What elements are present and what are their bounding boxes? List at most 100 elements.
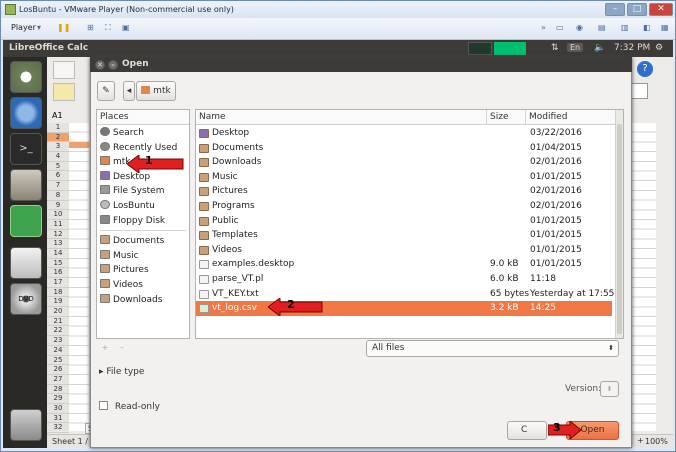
grid-view-icon[interactable]: [630, 83, 648, 99]
row-header[interactable]: 13: [47, 239, 69, 249]
scrollbar-thumb[interactable]: [617, 124, 622, 334]
dvd-icon[interactable]: DVD: [10, 283, 42, 315]
row-header[interactable]: 18: [47, 288, 69, 298]
row-header[interactable]: 30: [47, 404, 69, 414]
unity-icon[interactable]: ▣: [122, 23, 130, 32]
dialog-close-icon[interactable]: ✕: [95, 60, 105, 70]
keyboard-lang-indicator[interactable]: En: [567, 43, 584, 52]
fullscreen-icon[interactable]: ⛶: [105, 23, 111, 33]
place-item-file-system[interactable]: File System: [100, 185, 164, 199]
column-header-size[interactable]: Size: [487, 110, 526, 125]
row-header[interactable]: 23: [47, 336, 69, 346]
row-header[interactable]: 28: [47, 385, 69, 395]
file-type-expander[interactable]: ▸ File type: [99, 367, 144, 377]
close-button[interactable]: ✕: [649, 3, 673, 16]
row-header[interactable]: 21: [47, 317, 69, 327]
chevron-down-icon[interactable]: ▾: [37, 23, 41, 32]
row-header[interactable]: 12: [47, 230, 69, 240]
row-header[interactable]: 5: [47, 162, 69, 172]
row-header[interactable]: 27: [47, 375, 69, 385]
ubuntu-dash-icon[interactable]: [10, 61, 42, 93]
row-header[interactable]: 19: [47, 297, 69, 308]
row-header[interactable]: 15: [47, 259, 69, 269]
row-header[interactable]: 31: [47, 414, 69, 424]
spreadsheet-grid[interactable]: [69, 123, 89, 431]
chromium-icon[interactable]: [10, 97, 42, 129]
sound-device-icon[interactable]: ◧: [643, 23, 651, 32]
readonly-checkbox-row[interactable]: Read-only: [99, 401, 160, 412]
file-row[interactable]: Programs 02/01/2016: [196, 199, 612, 214]
pause-icon[interactable]: ❚❚: [57, 23, 70, 32]
place-item-recently-used[interactable]: Recently Used: [100, 141, 177, 156]
file-row[interactable]: vt_log.csv 3.2 kB 14:25: [196, 301, 612, 316]
row-header[interactable]: 32: [47, 423, 69, 433]
row-header[interactable]: 10: [47, 210, 69, 220]
place-item-documents[interactable]: Documents: [100, 235, 164, 249]
file-row[interactable]: Music 01/01/2015: [196, 170, 612, 185]
printer-device-icon[interactable]: ▥: [621, 23, 629, 32]
row-header[interactable]: 6: [47, 171, 69, 182]
zoom-level[interactable]: 100%: [645, 437, 668, 446]
file-row[interactable]: Downloads 02/01/2016: [196, 155, 612, 170]
place-item-floppy-disk[interactable]: Floppy Disk: [100, 214, 165, 229]
place-item-pictures[interactable]: Pictures: [100, 264, 149, 278]
place-item-videos[interactable]: Videos: [100, 279, 143, 293]
add-bookmark-button[interactable]: +: [98, 344, 112, 354]
trash-icon[interactable]: [10, 409, 42, 441]
row-header[interactable]: 25: [47, 356, 69, 366]
row-header[interactable]: 29: [47, 394, 69, 404]
row-header[interactable]: 9: [47, 201, 69, 211]
libreoffice-calc-icon[interactable]: [10, 205, 42, 237]
message-device-icon[interactable]: ▦: [661, 23, 669, 32]
row-header[interactable]: 16: [47, 268, 69, 278]
edit-location-button[interactable]: ✎: [97, 81, 115, 101]
file-list-scrollbar[interactable]: [615, 110, 623, 338]
file-row[interactable]: Public 01/01/2015: [196, 214, 612, 229]
network-arrows-icon[interactable]: ⇅: [551, 43, 559, 53]
row-header[interactable]: 14: [47, 249, 69, 259]
help-icon[interactable]: ?: [637, 61, 653, 77]
file-row[interactable]: Documents 01/04/2015: [196, 141, 612, 156]
column-header-name[interactable]: Name: [196, 110, 487, 125]
row-header[interactable]: 2: [47, 132, 69, 143]
name-box[interactable]: A1: [52, 111, 63, 120]
player-menu[interactable]: Player: [11, 23, 36, 32]
maximize-button[interactable]: □: [627, 3, 647, 16]
zoom-in-icon[interactable]: +: [637, 436, 644, 445]
place-item-downloads[interactable]: Downloads: [100, 293, 162, 308]
cancel-button[interactable]: C: [507, 421, 547, 440]
file-row[interactable]: Templates 01/01/2015: [196, 228, 612, 243]
file-row[interactable]: Videos 01/01/2015: [196, 243, 612, 258]
minimize-button[interactable]: –: [605, 3, 625, 16]
path-back-button[interactable]: ◂: [123, 81, 135, 101]
version-select[interactable]: ⬍: [600, 381, 619, 397]
drive-device-icon[interactable]: ▭: [556, 23, 564, 32]
file-manager-icon[interactable]: [10, 169, 42, 201]
row-header[interactable]: 3: [47, 142, 69, 153]
place-item-mtk[interactable]: mtk: [100, 156, 131, 170]
file-row[interactable]: examples.desktop 9.0 kB 01/01/2015: [196, 257, 612, 272]
file-row[interactable]: VT_KEY.txt 65 bytes Yesterday at 17:55: [196, 287, 614, 302]
place-item-music[interactable]: Music: [100, 249, 139, 264]
terminal-icon[interactable]: >_: [10, 133, 42, 165]
format-paint-icon[interactable]: [53, 83, 75, 101]
path-button-mtk[interactable]: mtk: [136, 81, 176, 101]
network-icon[interactable]: ⊞: [87, 23, 94, 32]
floppy-launcher-icon[interactable]: [10, 247, 42, 279]
row-header[interactable]: 22: [47, 326, 69, 337]
file-row[interactable]: Desktop 03/22/2016: [196, 126, 612, 141]
new-document-icon[interactable]: [53, 61, 75, 79]
file-row[interactable]: Pictures 02/01/2016: [196, 184, 612, 199]
disc-device-icon[interactable]: ◉: [576, 23, 583, 32]
row-header[interactable]: 11: [47, 220, 69, 230]
power-gear-icon[interactable]: ⚙: [655, 43, 663, 53]
row-header[interactable]: 20: [47, 307, 69, 317]
column-header-modified[interactable]: Modified: [526, 110, 616, 125]
volume-icon[interactable]: 🔈: [594, 43, 605, 53]
file-row[interactable]: parse_VT.pl 6.0 kB 11:18: [196, 272, 612, 287]
readonly-checkbox[interactable]: [99, 401, 108, 410]
row-header[interactable]: 8: [47, 191, 69, 201]
row-header[interactable]: 24: [47, 346, 69, 356]
row-header[interactable]: 1: [47, 123, 69, 133]
row-header[interactable]: 17: [47, 278, 69, 288]
